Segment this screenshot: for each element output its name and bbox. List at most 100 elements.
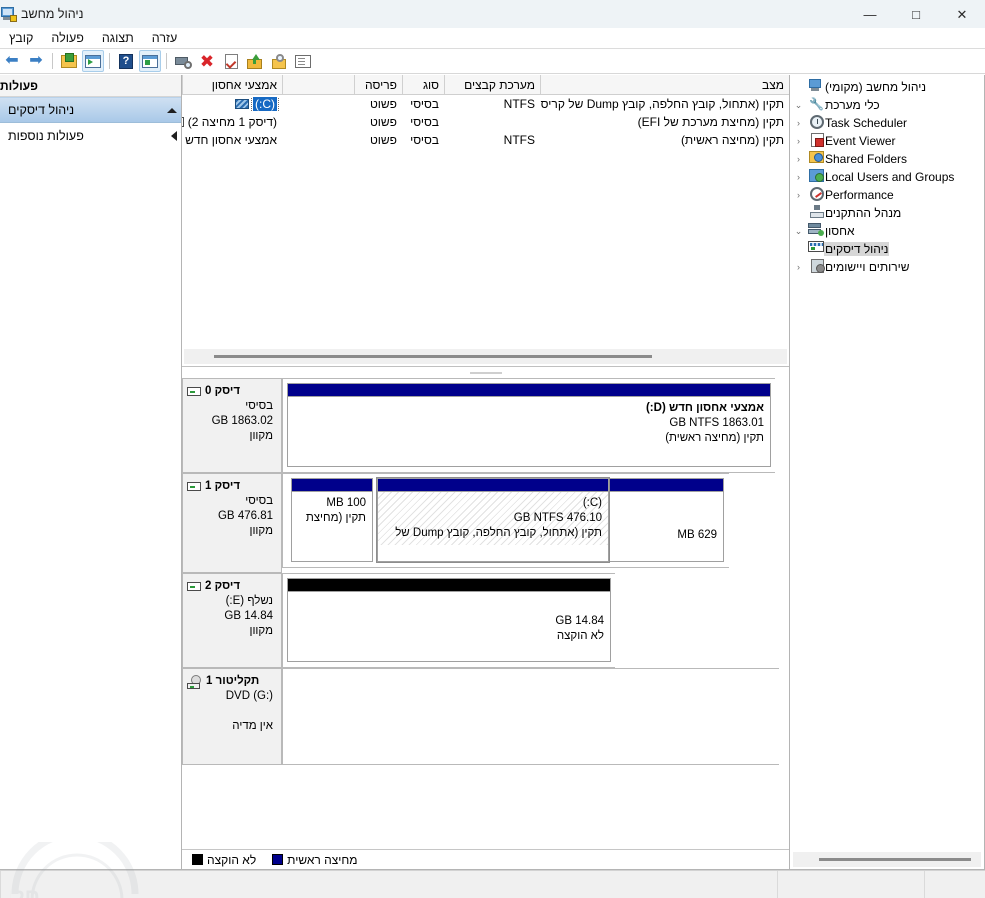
partition-c-status: תקין (אתחול, קובץ החלפה, קובץ Dump של — [395, 527, 602, 539]
partition-c-label: (C:) — [582, 497, 602, 509]
tree-node-label: Local Users and Groups — [825, 170, 955, 184]
menu-file[interactable]: קובץ — [0, 29, 42, 47]
disk-0-capacity: 1863.02 GB — [211, 415, 273, 427]
chevron-left-icon[interactable] — [171, 131, 177, 141]
menu-action[interactable]: פעולה — [42, 29, 92, 47]
actions-item-more-actions[interactable]: פעולות נוספות — [0, 123, 181, 149]
volume-list-horizontal-scrollbar[interactable] — [184, 349, 787, 364]
disk-2-partitions: 14.84 GB לא הוקצה — [282, 573, 615, 668]
chevron-left-icon[interactable]: ‹ — [792, 136, 805, 146]
chevron-down-icon[interactable]: ⌄ — [792, 226, 805, 237]
partition-d[interactable]: אמצעי אחסון חדש (D:) 1863.01 GB NTFS תקי… — [287, 383, 771, 467]
console-tree-horizontal-scrollbar[interactable] — [793, 852, 981, 867]
properties-button[interactable] — [292, 50, 314, 72]
partition-recovery[interactable]: 629 MB — [609, 478, 724, 562]
partition-d-color-bar — [288, 384, 770, 397]
column-status[interactable]: מצב — [540, 75, 789, 94]
volume-list-header: אמצעי אחסון פריסה סוג מערכת קבצים מצב — [182, 75, 789, 95]
partition-recovery-size: 629 MB — [677, 529, 717, 541]
search-button[interactable] — [268, 50, 290, 72]
close-button[interactable]: ✕ — [939, 0, 985, 28]
window-tree-icon — [142, 54, 158, 68]
taskbar-cell-2 — [777, 870, 924, 898]
partition-efi-status: תקין (מחיצת — [305, 512, 366, 524]
minimize-button[interactable]: — — [847, 0, 893, 28]
legend-primary-partition-label: מחיצה ראשית — [287, 852, 358, 867]
chevron-left-icon[interactable]: ‹ — [792, 262, 805, 272]
partition-c[interactable]: (C:) 476.10 GB NTFS תקין (אתחול, קובץ הח… — [376, 477, 610, 563]
forward-button[interactable]: ➡ — [25, 50, 47, 72]
partition-efi[interactable]: 100 MB תקין (מחיצת — [291, 478, 373, 562]
disk-management-pane: אמצעי אחסון פריסה סוג מערכת קבצים מצב (C… — [181, 75, 790, 870]
tree-node-event-viewer[interactable]: ‹ Event Viewer — [792, 132, 982, 150]
column-type[interactable]: סוג — [402, 75, 444, 94]
legend-unallocated: לא הוקצה — [192, 853, 256, 867]
tree-node-local-users-and-groups[interactable]: ‹ Local Users and Groups — [792, 168, 982, 186]
export-list-button[interactable] — [58, 50, 80, 72]
tree-node-shared-folders[interactable]: ‹ Shared Folders — [792, 150, 982, 168]
upload-button[interactable] — [244, 50, 266, 72]
back-button[interactable]: ⬅ — [1, 50, 23, 72]
menu-bar: קובץ פעולה תצוגה עזרה — [0, 28, 985, 49]
rescan-disks-button[interactable] — [172, 50, 194, 72]
checkmark-page-icon — [224, 53, 238, 69]
disk-0[interactable]: דיסק 0 בסיסי 1863.02 GB מקוון אמצעי אחסו… — [182, 378, 789, 473]
table-row[interactable]: אמצעי אחסון חדש (D:) פשוט בסיסי NTFS תקי… — [182, 131, 789, 149]
show-action-pane-button[interactable] — [82, 50, 104, 72]
disk-2-capacity: 14.84 GB — [224, 610, 273, 622]
cdrom-1-header[interactable]: תקליטור 1 DVD (G:) אין מדיה — [182, 668, 282, 765]
chevron-down-icon[interactable]: ⌄ — [792, 100, 805, 111]
menu-view[interactable]: תצוגה — [93, 29, 143, 47]
partition-c-color-bar — [378, 479, 608, 492]
maximize-button[interactable]: □ — [893, 0, 939, 28]
disk-1-header[interactable]: דיסק 1 בסיסי 476.81 GB מקוון — [182, 473, 282, 573]
cell-volume: אמצעי אחסון חדש (D:) — [182, 133, 282, 147]
pane-splitter[interactable] — [182, 366, 789, 378]
disk-1[interactable]: דיסק 1 בסיסי 476.81 GB מקוון 100 MB תקין… — [182, 473, 789, 573]
taskbar — [0, 870, 985, 898]
chevron-left-icon[interactable]: ‹ — [792, 118, 805, 128]
tree-node-computer-management[interactable]: ניהול מחשב (מקומי) — [792, 78, 982, 96]
chevron-up-icon[interactable] — [167, 107, 177, 113]
disk-2-empty-space — [615, 573, 779, 668]
check-button[interactable] — [220, 50, 242, 72]
help-button[interactable]: ? — [115, 50, 137, 72]
tree-node-services-and-applications[interactable]: ‹ שירותים ויישומים — [792, 258, 982, 276]
chevron-left-icon[interactable]: ‹ — [792, 190, 805, 200]
menu-help[interactable]: עזרה — [143, 29, 187, 47]
actions-item-disk-management[interactable]: ניהול דיסקים — [0, 97, 181, 123]
tree-node-performance[interactable]: ‹ Performance — [792, 186, 982, 204]
tree-node-label: Event Viewer — [825, 134, 896, 148]
column-volume[interactable]: אמצעי אחסון — [182, 75, 282, 94]
chevron-left-icon[interactable]: ‹ — [792, 172, 805, 182]
disk-2-header[interactable]: דיסק 2 נשלף (E:) 14.84 GB מקוון — [182, 573, 282, 668]
disk-0-header[interactable]: דיסק 0 בסיסי 1863.02 GB מקוון — [182, 378, 282, 473]
partition-unallocated-color-bar — [288, 579, 610, 592]
computer-management-window: ניהול מחשב — □ ✕ קובץ פעולה תצוגה עזרה ⬅… — [0, 0, 985, 898]
column-layout[interactable]: פריסה — [354, 75, 402, 94]
disk-0-type: בסיסי — [245, 400, 273, 412]
tree-node-system-tools[interactable]: ⌄ 🔧 כלי מערכת — [792, 96, 982, 114]
tree-node-task-scheduler[interactable]: ‹ Task Scheduler — [792, 114, 982, 132]
chevron-left-icon[interactable]: ‹ — [792, 154, 805, 164]
toolbar-separator-3 — [166, 53, 167, 69]
column-spacer[interactable] — [282, 75, 354, 94]
volume-name: (C:) — [250, 97, 280, 111]
tree-node-disk-management[interactable]: ניהול דיסקים — [792, 240, 982, 258]
tree-node-device-manager[interactable]: מנהל ההתקנים — [792, 204, 982, 222]
table-row[interactable]: (C:) פשוט בסיסי NTFS תקין (אתחול, קובץ ה… — [182, 95, 789, 113]
partition-unallocated[interactable]: 14.84 GB לא הוקצה — [287, 578, 611, 662]
disk-2[interactable]: דיסק 2 נשלף (E:) 14.84 GB מקוון 14.84 GB… — [182, 573, 789, 668]
cdrom-1[interactable]: תקליטור 1 DVD (G:) אין מדיה — [182, 668, 789, 765]
tree-node-storage[interactable]: ⌄ אחסון — [792, 222, 982, 240]
shared-folder-icon — [808, 151, 824, 167]
cell-status: תקין (אתחול, קובץ החלפה, קובץ Dump של קר… — [540, 97, 784, 111]
disk-management-icon — [808, 241, 824, 257]
column-file-system[interactable]: מערכת קבצים — [444, 75, 540, 94]
disk-2-type: נשלף (E:) — [225, 595, 273, 607]
delete-button[interactable]: ✖ — [196, 50, 218, 72]
cdrom-1-blank-line — [187, 704, 273, 719]
table-row[interactable]: (דיסק 1 מחיצה 2) פשוט בסיסי תקין (מחיצת … — [182, 113, 789, 131]
window-title: ניהול מחשב — [21, 7, 84, 21]
show-console-tree-button[interactable] — [139, 50, 161, 72]
